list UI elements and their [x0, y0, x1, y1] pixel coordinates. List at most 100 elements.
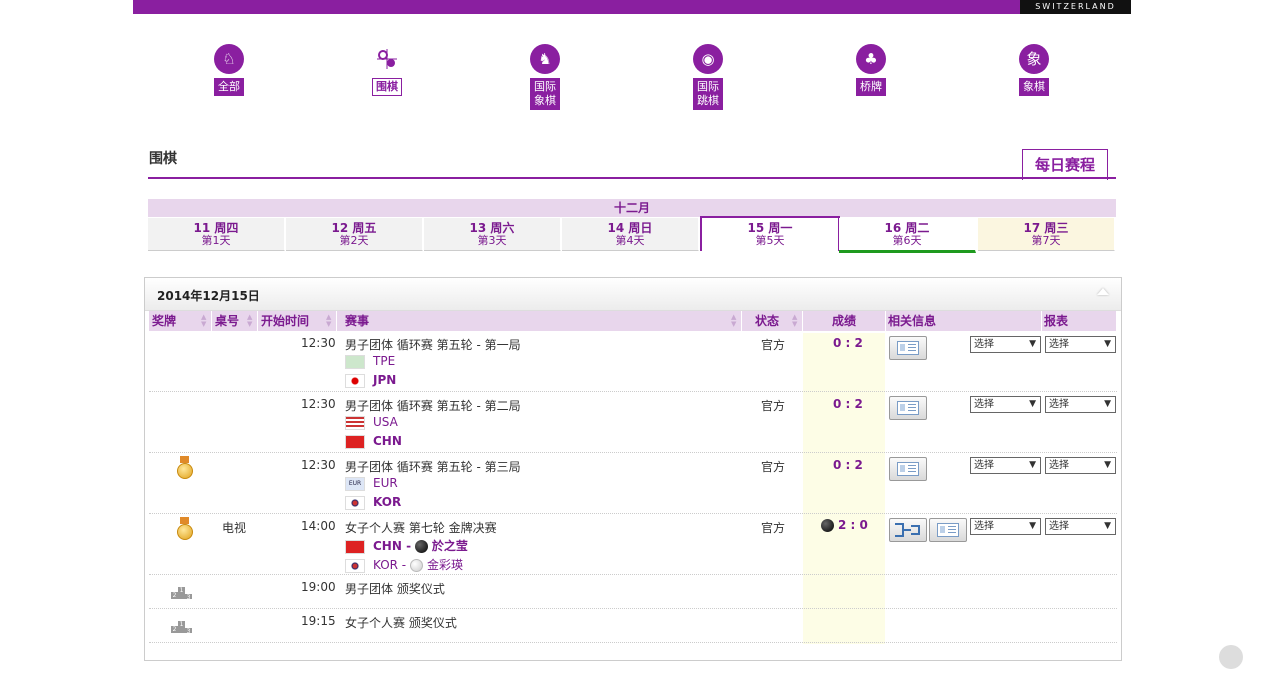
event-name: 男子团体 循环赛 第五轮 - 第二局	[345, 399, 521, 413]
info-button[interactable]	[929, 518, 967, 542]
day-tab[interactable]: 12 周五 第2天	[286, 218, 423, 251]
black-stone-icon	[414, 540, 428, 553]
sport-nav-chess[interactable]: ♞ 国际 象棋	[515, 44, 575, 110]
status-text: 官方	[761, 399, 786, 413]
bracket-icon	[895, 523, 920, 537]
tab-daily-schedule[interactable]: 每日赛程	[1022, 149, 1108, 180]
dropdown-arrow-icon: ▼	[1104, 460, 1111, 470]
score: 2 : 0	[821, 518, 868, 532]
col-medal[interactable]: 奖牌 ▲ ▼	[149, 311, 211, 331]
sport-label-bridge: 桥牌	[856, 78, 886, 96]
report-select[interactable]: 选择 ▼	[1045, 518, 1116, 535]
gold-medal-icon	[177, 517, 193, 540]
table-row: 电视 14:00 女子个人赛 第七轮 金牌决赛 CHN - 於之莹 KOR - …	[149, 514, 1117, 575]
info-button[interactable]	[889, 457, 927, 481]
info-select[interactable]: 选择 ▼	[970, 336, 1041, 353]
col-report: 报表	[1042, 311, 1116, 331]
chess-knight-icon: ♞	[530, 44, 560, 74]
report-select[interactable]: 选择 ▼	[1045, 336, 1116, 353]
flag-jpn-icon	[345, 373, 365, 388]
table-row: 12:30 男子团体 循环赛 第五轮 - 第二局 USA CHN 官方 0 : …	[149, 392, 1117, 453]
start-time: 12:30	[301, 458, 336, 472]
event-name: 女子个人赛 颁奖仪式	[345, 616, 457, 630]
day-tab[interactable]: 13 周六 第3天	[424, 218, 561, 251]
dropdown-arrow-icon: ▼	[1104, 399, 1111, 409]
score: 0 : 2	[833, 397, 863, 411]
flag-usa-icon	[345, 415, 365, 430]
team-line: CHN	[345, 434, 402, 449]
club-icon: ♣	[856, 44, 886, 74]
document-icon	[897, 401, 919, 415]
col-info: 相关信息	[886, 311, 1041, 331]
start-time: 19:15	[301, 614, 336, 628]
dropdown-arrow-icon: ▼	[1104, 521, 1111, 531]
score: 0 : 2	[833, 336, 863, 350]
event-name: 男子团体 颁奖仪式	[345, 582, 445, 596]
white-stone-icon	[409, 559, 423, 572]
team-line: KOR	[345, 495, 401, 510]
schedule-panel: 2014年12月15日 奖牌 ▲ ▼ 桌号 ▲ ▼ 开始时间 ▲ ▼ 赛事 ▲ ▼ 状态 ▲ ▼ 成…	[144, 277, 1122, 661]
dropdown-arrow-icon: ▼	[1029, 399, 1036, 409]
sport-nav-bridge[interactable]: ♣ 桥牌	[841, 44, 901, 96]
collapse-icon[interactable]	[1097, 288, 1109, 295]
info-select[interactable]: 选择 ▼	[970, 518, 1041, 535]
sport-nav-all[interactable]: ♘ 全部	[199, 44, 259, 96]
info-select[interactable]: 选择 ▼	[970, 457, 1041, 474]
draughts-icon: ◉	[693, 44, 723, 74]
sport-nav-xiangqi[interactable]: 象 象棋	[1004, 44, 1064, 96]
sport-label-all: 全部	[214, 78, 244, 96]
start-time: 12:30	[301, 336, 336, 350]
all-sports-icon: ♘	[214, 44, 244, 74]
col-event[interactable]: 赛事 ▲ ▼	[337, 311, 741, 331]
start-time: 19:00	[301, 580, 336, 594]
document-icon	[897, 341, 919, 355]
top-bar: SWITZERLAND	[133, 0, 1131, 14]
go-icon	[372, 44, 402, 74]
event-name: 女子个人赛 第七轮 金牌决赛	[345, 521, 497, 535]
day-tab[interactable]: 11 周四 第1天	[148, 218, 285, 251]
day-tab[interactable]: 17 周三 第7天	[978, 218, 1115, 251]
player-link[interactable]: 金彩瑛	[427, 558, 463, 572]
table-row: 12:30 男子团体 循环赛 第五轮 - 第一局 TPE JPN 官方 0 : …	[149, 333, 1117, 392]
table-number: 电视	[222, 521, 247, 535]
podium-icon: 213	[171, 621, 192, 635]
gold-medal-icon	[177, 456, 193, 479]
report-select[interactable]: 选择 ▼	[1045, 396, 1116, 413]
month-label: 十二月	[148, 199, 1116, 217]
info-select[interactable]: 选择 ▼	[970, 396, 1041, 413]
sport-nav-go[interactable]: 围棋	[357, 44, 417, 96]
podium-icon: 213	[171, 587, 192, 601]
col-table[interactable]: 桌号 ▲ ▼	[212, 311, 257, 331]
sort-icon: ▲ ▼	[201, 313, 207, 328]
sport-nav-draughts[interactable]: ◉ 国际 跳棋	[678, 44, 738, 110]
flag-chn-icon	[345, 434, 365, 449]
day-tab[interactable]: 16 周二 第6天	[839, 218, 976, 253]
team-line: EUR EUR	[345, 476, 398, 491]
flag-tpe-icon	[345, 354, 365, 369]
sort-icon: ▲ ▼	[326, 313, 332, 328]
team-line: JPN	[345, 373, 396, 388]
sport-label-go: 围棋	[372, 78, 402, 96]
dropdown-arrow-icon: ▼	[1029, 460, 1036, 470]
dropdown-arrow-icon: ▼	[1029, 339, 1036, 349]
col-start-time[interactable]: 开始时间 ▲ ▼	[258, 311, 336, 331]
flag-eur-icon: EUR	[345, 476, 365, 491]
info-button[interactable]	[889, 336, 927, 360]
start-time: 12:30	[301, 397, 336, 411]
day-tab[interactable]: 14 周日 第4天	[562, 218, 699, 251]
table-row: 12:30 男子团体 循环赛 第五轮 - 第三局 EUR EUR KOR 官方 0…	[149, 453, 1117, 514]
day-tab-current[interactable]: 15 周一 第5天	[700, 216, 840, 251]
corner-widget-icon[interactable]	[1214, 640, 1248, 674]
report-select[interactable]: 选择 ▼	[1045, 457, 1116, 474]
document-icon	[937, 523, 959, 537]
info-button[interactable]	[889, 396, 927, 420]
sport-label-draughts: 国际 跳棋	[693, 78, 723, 110]
dropdown-arrow-icon: ▼	[1029, 521, 1036, 531]
table-row: 213 19:00 男子团体 颁奖仪式	[149, 575, 1117, 609]
page-title: 围棋	[149, 151, 177, 167]
event-name: 男子团体 循环赛 第五轮 - 第一局	[345, 338, 521, 352]
player-link[interactable]: 於之莹	[432, 539, 468, 553]
col-status[interactable]: 状态 ▲ ▼	[742, 311, 802, 331]
bracket-button[interactable]	[889, 518, 927, 542]
score: 0 : 2	[833, 458, 863, 472]
